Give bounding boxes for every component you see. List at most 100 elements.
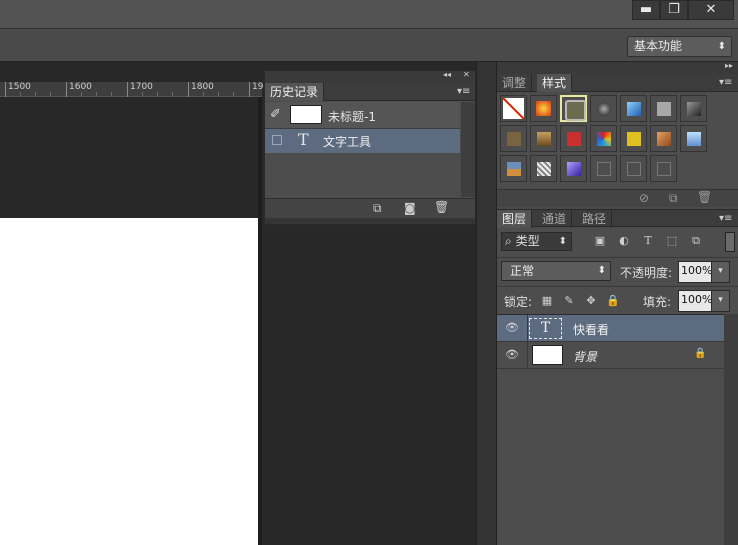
style-swatch-empty[interactable] [620, 155, 647, 182]
close-icon[interactable]: ✕ [463, 70, 470, 79]
style-swatch[interactable] [620, 125, 647, 152]
adjustment-filter-icon[interactable]: ◐ [617, 234, 631, 248]
style-swatch[interactable] [560, 125, 587, 152]
styles-swatch-grid [497, 93, 738, 188]
layer-row-text[interactable]: 👁 T 快看看 [497, 315, 724, 342]
style-swatch[interactable] [680, 95, 707, 122]
panel-menu-icon[interactable]: ▾≡ [719, 213, 732, 224]
history-state-item[interactable]: T 文字工具 [265, 129, 460, 153]
panel-menu-icon[interactable]: ▾≡ [457, 86, 470, 97]
history-panel-header: ◂◂ ✕ [265, 70, 475, 83]
trash-icon[interactable]: 🗑 [434, 200, 449, 214]
layer-kind-filter-select[interactable]: ⌕ 类型 ⬍ [501, 232, 572, 251]
layers-tab-row: 图层 通道 路径 ▾≡ [497, 209, 738, 228]
layer-name[interactable]: 快看看 [573, 321, 609, 338]
lock-row: 锁定: ▦ ✎ ✥ 🔒 填充: 100% ▾ [497, 286, 738, 314]
new-document-from-state-icon[interactable]: ⧉ [373, 201, 382, 216]
close-button[interactable]: ✕ [688, 0, 734, 20]
tab-adjustments[interactable]: 调整 [497, 74, 533, 92]
style-swatch-selected[interactable] [560, 95, 587, 122]
ruler-minor-tick [50, 92, 51, 96]
style-swatch[interactable] [650, 95, 677, 122]
panel-dock-divider[interactable] [476, 62, 496, 545]
clear-style-icon[interactable]: ⊘ [639, 191, 649, 205]
new-style-icon[interactable]: ⧉ [669, 191, 678, 206]
lock-position-icon[interactable]: ✥ [584, 294, 598, 308]
ruler-tick: 1600 [66, 82, 92, 97]
snapshot-label: 未标题-1 [328, 110, 376, 124]
opacity-label: 不透明度: [620, 266, 673, 280]
eye-icon[interactable]: 👁 [505, 321, 519, 335]
ruler-minor-tick [157, 92, 158, 96]
history-scrollbar[interactable] [461, 102, 475, 197]
style-swatch[interactable] [500, 155, 527, 182]
history-brush-icon[interactable]: ✐ [270, 107, 281, 122]
image-filter-icon[interactable]: ▣ [593, 234, 607, 248]
style-swatch[interactable] [560, 155, 587, 182]
text-layer-thumbnail: T [529, 318, 562, 339]
layer-divider [527, 315, 528, 342]
layers-scrollbar[interactable] [724, 314, 738, 545]
history-source-checkbox[interactable] [272, 135, 282, 145]
history-panel-footer: ⧉ ◙ 🗑 [265, 198, 475, 218]
shape-filter-icon[interactable]: ⬚ [665, 234, 679, 248]
lock-image-pixels-icon[interactable]: ✎ [562, 294, 576, 308]
opacity-dropdown-button[interactable]: ▾ [711, 261, 730, 283]
panel-resize-grip[interactable] [265, 218, 475, 224]
ruler-minor-tick [81, 92, 82, 96]
type-filter-icon[interactable]: T [641, 234, 655, 248]
workspace-select[interactable]: 基本功能 ⬍ [627, 36, 732, 57]
style-swatch[interactable] [530, 125, 557, 152]
ruler-minor-tick [203, 92, 204, 96]
minimize-button[interactable]: ▬ [632, 0, 660, 20]
smart-object-filter-icon[interactable]: ⧉ [689, 234, 703, 248]
tab-channels[interactable]: 通道 [537, 210, 573, 228]
restore-button[interactable]: ❐ [660, 0, 688, 20]
style-swatch[interactable] [530, 95, 557, 122]
tab-history[interactable]: 历史记录 [265, 83, 325, 101]
lock-all-icon[interactable]: 🔒 [606, 294, 620, 308]
layer-row-background[interactable]: 👁 背景 🔒 [497, 342, 724, 369]
style-swatch[interactable] [680, 125, 707, 152]
blend-mode-value: 正常 [510, 264, 535, 278]
style-swatch-none[interactable] [500, 95, 527, 122]
tab-styles[interactable]: 样式 [537, 74, 573, 92]
history-snapshot[interactable]: ✐ 未标题-1 [265, 102, 460, 129]
horizontal-ruler[interactable]: 1500 1600 1700 1800 190 [0, 82, 269, 97]
style-swatch-empty[interactable] [650, 155, 677, 182]
style-swatch-empty[interactable] [590, 155, 617, 182]
ruler-minor-tick [35, 92, 36, 96]
lock-label: 锁定: [504, 295, 533, 309]
trash-icon[interactable]: 🗑 [697, 190, 712, 204]
opacity-input[interactable]: 100% [678, 261, 714, 283]
chevron-down-icon: ▾ [718, 295, 723, 305]
background-layer-thumbnail [532, 345, 563, 365]
filter-toggle-switch[interactable] [725, 232, 735, 252]
ruler-minor-tick [111, 92, 112, 96]
document-canvas[interactable] [0, 218, 258, 545]
style-swatch[interactable] [650, 125, 677, 152]
minimize-icon: ▬ [639, 2, 653, 17]
camera-icon[interactable]: ◙ [404, 201, 416, 215]
eye-icon[interactable]: 👁 [505, 348, 519, 362]
fill-dropdown-button[interactable]: ▾ [711, 290, 730, 312]
chevron-updown-icon: ⬍ [597, 265, 606, 276]
panel-menu-icon[interactable]: ▾≡ [719, 77, 732, 88]
style-swatch[interactable] [620, 95, 647, 122]
ruler-minor-tick [218, 92, 219, 96]
blend-mode-select[interactable]: 正常 ⬍ [501, 261, 611, 281]
collapse-icon[interactable]: ◂◂ [443, 70, 451, 79]
tab-layers[interactable]: 图层 [497, 210, 533, 228]
style-swatch[interactable] [500, 125, 527, 152]
window-title-bar: ▬ ❐ ✕ [0, 0, 738, 28]
lock-transparent-pixels-icon[interactable]: ▦ [540, 294, 554, 308]
fill-input[interactable]: 100% [678, 290, 714, 312]
expand-icon[interactable]: ▸▸ [725, 61, 733, 70]
chevron-updown-icon: ⬍ [558, 236, 567, 247]
style-swatch[interactable] [590, 125, 617, 152]
style-swatch[interactable] [530, 155, 557, 182]
style-swatch[interactable] [590, 95, 617, 122]
fill-label: 填充: [643, 295, 672, 309]
tab-paths[interactable]: 路径 [577, 210, 613, 228]
layer-name[interactable]: 背景 [573, 348, 597, 365]
